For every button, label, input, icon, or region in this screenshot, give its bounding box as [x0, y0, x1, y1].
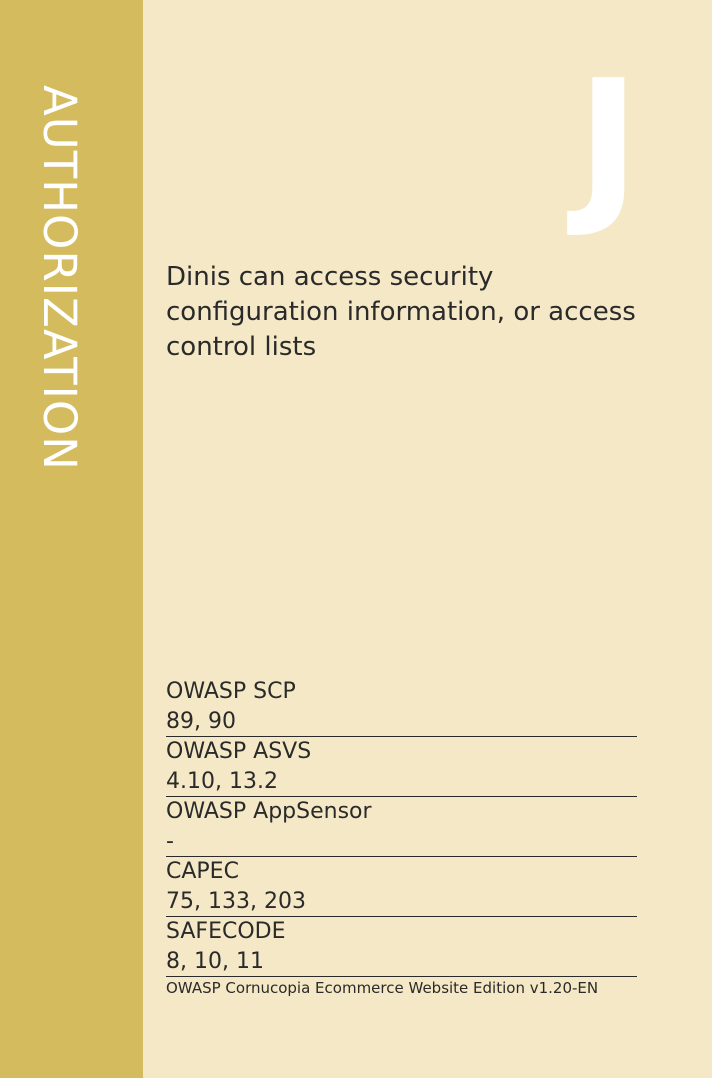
- reference-owasp-asvs: OWASP ASVS 4.10, 13.2: [166, 737, 637, 797]
- card-letter: J: [576, 44, 640, 242]
- reference-name: OWASP SCP: [166, 679, 296, 704]
- reference-name: OWASP AppSensor: [166, 799, 372, 824]
- reference-value: -: [166, 828, 174, 854]
- reference-name: OWASP ASVS: [166, 739, 312, 764]
- reference-owasp-appsensor: OWASP AppSensor -: [166, 797, 637, 857]
- card-description: Dinis can access security configuration …: [166, 262, 636, 362]
- reference-name: CAPEC: [166, 859, 239, 884]
- suit-label: AUTHORIZATION: [33, 85, 86, 471]
- reference-value: 4.10, 13.2: [166, 768, 278, 794]
- suit-sidebar: AUTHORIZATION: [0, 0, 143, 1078]
- reference-value: 8, 10, 11: [166, 948, 264, 974]
- reference-value: 75, 133, 203: [166, 888, 306, 914]
- reference-capec: CAPEC 75, 133, 203: [166, 857, 637, 917]
- reference-safecode: SAFECODE 8, 10, 11: [166, 917, 637, 977]
- reference-owasp-scp: OWASP SCP 89, 90: [166, 677, 637, 737]
- reference-value: 89, 90: [166, 708, 236, 734]
- game-card: AUTHORIZATION J Dinis can access securit…: [0, 0, 712, 1078]
- edition-footer: OWASP Cornucopia Ecommerce Website Editi…: [166, 979, 599, 997]
- reference-name: SAFECODE: [166, 919, 286, 944]
- references-list: OWASP SCP 89, 90 OWASP ASVS 4.10, 13.2 O…: [166, 677, 637, 977]
